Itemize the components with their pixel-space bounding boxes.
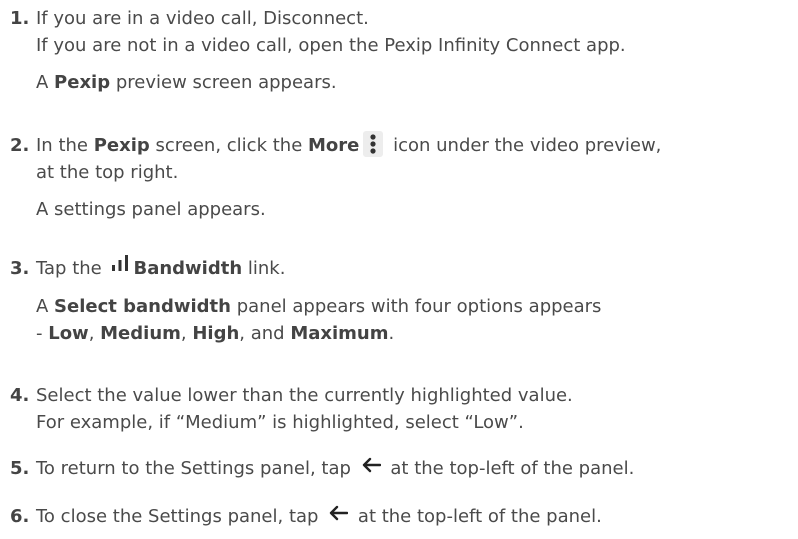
step-number: 1.: [10, 8, 30, 29]
step-text: If you are not in a video call, open the…: [36, 35, 626, 56]
step-text: In the Pexip screen, click the More icon…: [36, 131, 790, 159]
option-maximum: Maximum: [290, 322, 389, 344]
step-number: 5.: [10, 458, 30, 479]
step-text: For example, if “Medium” is highlighted,…: [36, 412, 524, 433]
step-text: To close the Settings panel, tap at the …: [36, 503, 790, 531]
bandwidth-options: - Low, Medium, High, and Maximum.: [36, 322, 395, 344]
step-text: If you are in a video call, Disconnect.: [36, 8, 369, 29]
step-number: 2.: [10, 135, 30, 156]
arrow-left-icon: [328, 502, 349, 529]
step-text: Select the value lower than the currentl…: [36, 385, 573, 406]
step-5: 5. To return to the Settings panel, tap …: [10, 455, 790, 483]
step-text: at the top right.: [36, 162, 179, 183]
step-number: 3.: [10, 258, 30, 279]
step-result: A settings panel appears.: [36, 199, 266, 220]
step-1: 1. If you are in a video call, Disconnec…: [10, 5, 790, 96]
option-low: Low: [48, 322, 89, 344]
step-text: To return to the Settings panel, tap at …: [36, 455, 790, 483]
step-number: 4.: [10, 385, 30, 406]
step-text: Tap the Bandwidth link.: [36, 253, 790, 283]
step-2: 2. In the Pexip screen, click the More i…: [10, 131, 790, 223]
step-4: 4. Select the value lower than the curre…: [10, 382, 790, 436]
option-medium: Medium: [100, 322, 181, 344]
step-result: A Pexip preview screen appears.: [36, 72, 337, 93]
step-6: 6. To close the Settings panel, tap at t…: [10, 503, 790, 531]
instruction-steps: 1. If you are in a video call, Disconnec…: [0, 0, 798, 539]
more-vertical-icon: [363, 131, 384, 157]
arrow-left-icon: [361, 454, 381, 481]
signal-bars-icon: [111, 253, 129, 280]
step-number: 6.: [10, 506, 30, 527]
step-3: 3. Tap the Bandwidth link. A Select band…: [10, 253, 790, 347]
option-high: High: [192, 322, 240, 344]
step-result: A Select bandwidth panel appears with fo…: [36, 295, 602, 317]
